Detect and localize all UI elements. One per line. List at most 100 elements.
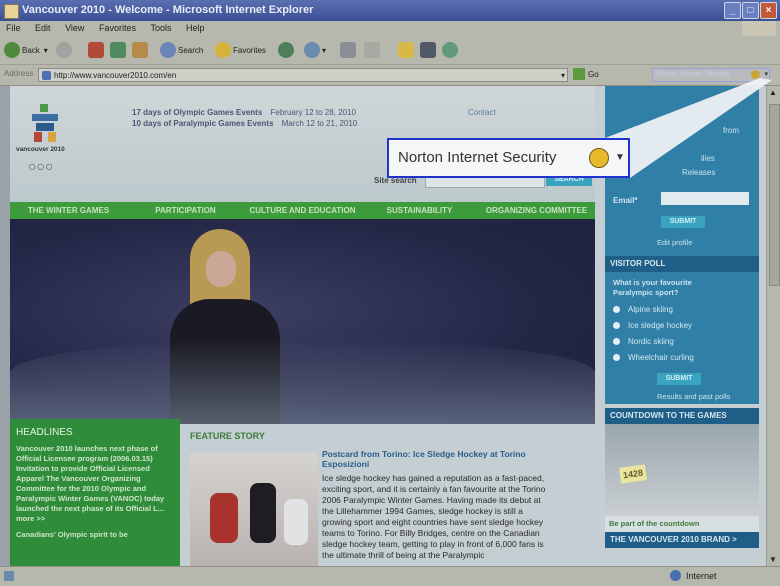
feature-body: Ice sledge hockey has gained a reputatio… [322,473,546,560]
address-url: http://www.vancouver2010.com/en [54,71,177,80]
norton-callout-label: Norton Internet Security [398,149,557,166]
vertical-scrollbar[interactable]: ▲ ▼ [766,86,780,566]
norton-globe-icon [589,148,609,168]
search-icon [160,42,176,58]
window-title: Vancouver 2010 - Welcome - Microsoft Int… [22,4,314,16]
mail-icon [340,42,356,58]
scroll-up-icon[interactable]: ▲ [769,88,777,97]
close-button[interactable]: × [760,2,777,19]
headlines-title: HEADLINES [16,427,73,438]
mail-button[interactable] [340,40,358,60]
home-icon [132,42,148,58]
nav-winter-games[interactable]: THE WINTER GAMES [10,202,127,219]
poll-option-alpine[interactable]: Alpine skiing [613,305,673,314]
messenger-button[interactable] [442,40,460,60]
feature-photo[interactable] [190,453,318,566]
signup-from-text: from [723,126,739,135]
poll-results-link[interactable]: Results and past polls [657,392,730,401]
favorites-button[interactable]: Favorites [215,40,266,60]
poll-submit-button[interactable]: SUBMIT [657,373,701,385]
windows-logo-icon [742,21,776,36]
norton-dropdown-icon-small[interactable]: ▾ [764,69,768,81]
poll-option-sledge-hockey[interactable]: Ice sledge hockey [613,321,692,330]
print-button[interactable] [364,40,382,60]
folder-icon [398,42,414,58]
main-nav: THE WINTER GAMES PARTICIPATION CULTURE A… [10,202,595,219]
back-dropdown-icon[interactable]: ▾ [44,46,48,55]
contact-link[interactable]: Contact [468,108,496,117]
maximize-button[interactable]: □ [742,2,759,19]
home-button[interactable] [132,40,150,60]
search-button[interactable]: Search [160,40,203,60]
headline-text[interactable]: Vancouver 2010 launches next phase of Of… [16,444,174,524]
feature-headline[interactable]: Postcard from Torino: Ice Sledge Hockey … [322,449,552,469]
minimize-button[interactable]: _ [724,2,741,19]
norton-callout[interactable]: Norton Internet Security ▼ [387,138,630,178]
headline-text-2[interactable]: Canadians' Olympic spirit to be [16,530,174,540]
menu-help[interactable]: Help [180,21,211,36]
history-icon [304,42,320,58]
menu-bar: File Edit View Favorites Tools Help [0,21,780,36]
nav-organizing-committee[interactable]: ORGANIZING COMMITTEE [478,202,595,219]
visitor-poll-panel: VISITOR POLL What is your favourite Para… [605,256,759,404]
refresh-icon [110,42,126,58]
forward-button[interactable] [56,40,74,60]
go-button[interactable]: Go [573,68,599,80]
email-label: Email* [613,196,638,205]
radio-icon[interactable] [613,306,620,313]
nav-sustainability[interactable]: SUSTAINABILITY [361,202,478,219]
internet-globe-icon [670,570,681,581]
back-button[interactable]: Back ▾ [4,40,48,60]
search-label: Search [178,45,204,55]
menu-favorites[interactable]: Favorites [93,21,142,36]
radio-icon[interactable] [613,322,620,329]
countdown-panel: COUNTDOWN TO THE GAMES 1428 Be part of t… [605,408,759,548]
go-label: Go [588,69,599,79]
inukshuk-logo[interactable] [32,104,58,142]
olympic-rings-icon: ○○○ [28,158,54,174]
norton-globe-icon-small [751,70,760,79]
menu-tools[interactable]: Tools [144,21,177,36]
menu-file[interactable]: File [0,21,27,36]
discuss-button[interactable] [420,40,438,60]
poll-question: What is your favourite Paralympic sport? [613,278,692,297]
edit-button[interactable] [398,40,416,60]
menu-edit[interactable]: Edit [29,21,57,36]
go-arrow-icon [573,68,585,80]
games-line-1: 17 days of Olympic Games Events February… [132,108,356,117]
email-input[interactable] [661,192,749,205]
status-zone-label: Internet [686,570,717,581]
address-input[interactable]: http://www.vancouver2010.com/en ▾ [38,68,568,82]
norton-toolbar-button[interactable]: Norton Internet Security ▾ [652,68,770,82]
feature-story: FEATURE STORY Postcard from Torino: Ice … [190,431,590,566]
window-title-bar: Vancouver 2010 - Welcome - Microsoft Int… [0,0,780,21]
signup-submit-button[interactable]: SUBMIT [661,216,705,228]
toolbar: Back ▾ Search Favorites ▾ [0,36,780,65]
scrollbar-thumb[interactable] [769,104,780,286]
hero-wave [10,339,595,424]
stop-button[interactable] [88,40,106,60]
poll-option-curling[interactable]: Wheelchair curling [613,353,694,362]
norton-small-label: Norton Internet Security [656,71,730,78]
nav-participation[interactable]: PARTICIPATION [127,202,244,219]
scroll-down-icon[interactable]: ▼ [769,555,777,564]
countdown-link[interactable]: Be part of the countdown [609,519,699,528]
countdown-title: COUNTDOWN TO THE GAMES [605,408,759,424]
nav-culture-education[interactable]: CULTURE AND EDUCATION [244,202,361,219]
refresh-button[interactable] [110,40,128,60]
poll-title: VISITOR POLL [605,256,759,272]
history-dropdown-icon[interactable]: ▾ [322,46,326,55]
edit-profile-link[interactable]: Edit profile [657,238,692,247]
media-button[interactable] [278,40,296,60]
brand-bar-link[interactable]: THE VANCOUVER 2010 BRAND > [605,532,759,548]
poll-option-nordic[interactable]: Nordic skiing [613,337,674,346]
norton-dropdown-icon[interactable]: ▼ [615,140,625,176]
radio-icon[interactable] [613,354,620,361]
back-arrow-icon [4,42,20,58]
menu-view[interactable]: View [59,21,90,36]
hero-image[interactable] [10,219,595,424]
address-dropdown-icon[interactable]: ▾ [561,69,565,83]
radio-icon[interactable] [613,338,620,345]
status-page-icon [4,571,14,581]
history-button[interactable]: ▾ [304,40,326,60]
